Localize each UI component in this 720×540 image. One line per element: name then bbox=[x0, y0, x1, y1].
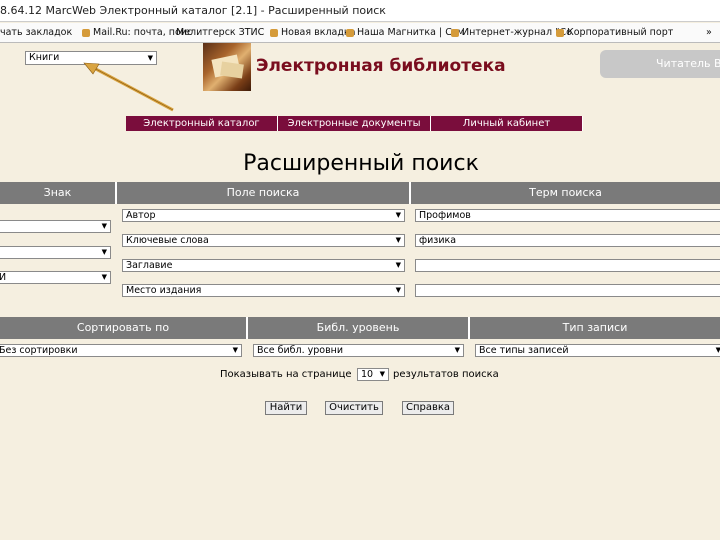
chevron-down-icon: ▼ bbox=[395, 236, 401, 244]
bookmarks-overflow-icon[interactable]: » bbox=[706, 27, 712, 38]
page-size-select[interactable]: 10 ▼ bbox=[357, 368, 389, 381]
search-term-input[interactable] bbox=[415, 284, 720, 297]
results-label: результатов поиска bbox=[393, 369, 499, 380]
collection-select[interactable]: Книги ▼ bbox=[25, 51, 157, 65]
bookmark-item[interactable]: чать закладок bbox=[0, 27, 72, 38]
search-field-value: Автор bbox=[126, 210, 156, 221]
bookmark-icon bbox=[346, 28, 354, 37]
window-title: 8.64.12 MarcWeb Электронный каталог [2.1… bbox=[0, 4, 386, 17]
sign-value: И bbox=[0, 272, 6, 283]
chevron-down-icon: ▼ bbox=[395, 261, 401, 269]
library-logo-image bbox=[203, 43, 251, 91]
page-size-label: Показывать на странице bbox=[220, 369, 352, 380]
tab-electronic-documents[interactable]: Электронные документы bbox=[278, 116, 431, 131]
collection-select-value: Книги bbox=[29, 52, 60, 63]
tab-personal-account[interactable]: Личный кабинет bbox=[431, 116, 583, 131]
bookmark-icon bbox=[556, 28, 564, 37]
bibl-level-select[interactable]: Все библ. уровни ▼ bbox=[253, 344, 464, 357]
bookmark-item[interactable]: Мелитгерск ЗТИС bbox=[176, 27, 264, 38]
bibl-level-value: Все библ. уровни bbox=[257, 345, 344, 356]
column-header-sort: Сортировать по bbox=[0, 317, 248, 339]
search-term-input[interactable] bbox=[415, 259, 720, 272]
bookmark-icon bbox=[270, 28, 278, 37]
chevron-down-icon: ▼ bbox=[716, 345, 720, 356]
sign-select[interactable]: И▼ bbox=[0, 271, 111, 284]
clear-button[interactable]: Очистить bbox=[325, 401, 383, 415]
search-term-value: физика bbox=[419, 235, 457, 246]
bookmark-icon bbox=[451, 28, 459, 37]
bookmark-item[interactable]: Интернет-журнал "Со bbox=[451, 27, 572, 38]
page-size-value: 10 bbox=[361, 369, 374, 380]
sign-select[interactable]: ▼ bbox=[0, 246, 111, 259]
chevron-down-icon: ▼ bbox=[101, 273, 107, 281]
search-term-input[interactable]: Профимов bbox=[415, 209, 720, 222]
reader-button[interactable]: Читатель В bbox=[600, 50, 720, 78]
chevron-down-icon: ▼ bbox=[147, 54, 153, 62]
bookmarks-bar: чать закладок Mail.Ru: почта, поис Мелит… bbox=[0, 23, 720, 43]
search-term-value: Профимов bbox=[419, 210, 471, 221]
chevron-down-icon: ▼ bbox=[395, 211, 401, 219]
column-header-record-type: Тип записи bbox=[470, 317, 720, 339]
chevron-down-icon: ▼ bbox=[395, 286, 401, 294]
chevron-down-icon: ▼ bbox=[379, 370, 385, 378]
record-type-select[interactable]: Все типы записей ▼ bbox=[475, 344, 720, 357]
search-field-value: Ключевые слова bbox=[126, 235, 209, 246]
tab-electronic-catalog[interactable]: Электронный каталог bbox=[126, 116, 278, 131]
column-header-sign: Знак bbox=[0, 182, 117, 204]
chevron-down-icon: ▼ bbox=[232, 346, 238, 354]
search-field-select[interactable]: Заглавие ▼ bbox=[122, 259, 405, 272]
sort-value: Без сортировки bbox=[0, 345, 78, 356]
search-field-select[interactable]: Место издания ▼ bbox=[122, 284, 405, 297]
column-header-search-term: Терм поиска bbox=[411, 182, 720, 204]
search-field-value: Заглавие bbox=[126, 260, 173, 271]
help-button[interactable]: Справка bbox=[402, 401, 454, 415]
record-type-value: Все типы записей bbox=[479, 345, 569, 356]
find-button[interactable]: Найти bbox=[265, 401, 307, 415]
browser-title-bar: 8.64.12 MarcWeb Электронный каталог [2.1… bbox=[0, 0, 720, 22]
chevron-down-icon: ▼ bbox=[454, 346, 460, 354]
bookmark-item[interactable]: Корпоративный порт bbox=[556, 27, 673, 38]
bookmark-item[interactable]: Наша Магнитка | Ссм bbox=[346, 27, 464, 38]
search-field-value: Место издания bbox=[126, 285, 202, 296]
bookmark-icon bbox=[82, 28, 90, 37]
chevron-down-icon: ▼ bbox=[101, 222, 107, 230]
page-title: Расширенный поиск bbox=[243, 151, 479, 176]
search-field-select[interactable]: Ключевые слова ▼ bbox=[122, 234, 405, 247]
column-header-search-field: Поле поиска bbox=[117, 182, 411, 204]
search-term-input[interactable]: физика bbox=[415, 234, 720, 247]
bookmark-item[interactable]: Новая вкладка bbox=[270, 27, 355, 38]
site-title: Электронная библиотека bbox=[256, 56, 506, 76]
sign-select[interactable]: ▼ bbox=[0, 220, 111, 233]
column-header-bibl-level: Библ. уровень bbox=[248, 317, 470, 339]
chevron-down-icon: ▼ bbox=[101, 248, 107, 256]
sort-select[interactable]: Без сортировки ▼ bbox=[0, 344, 242, 357]
search-field-select[interactable]: Автор ▼ bbox=[122, 209, 405, 222]
